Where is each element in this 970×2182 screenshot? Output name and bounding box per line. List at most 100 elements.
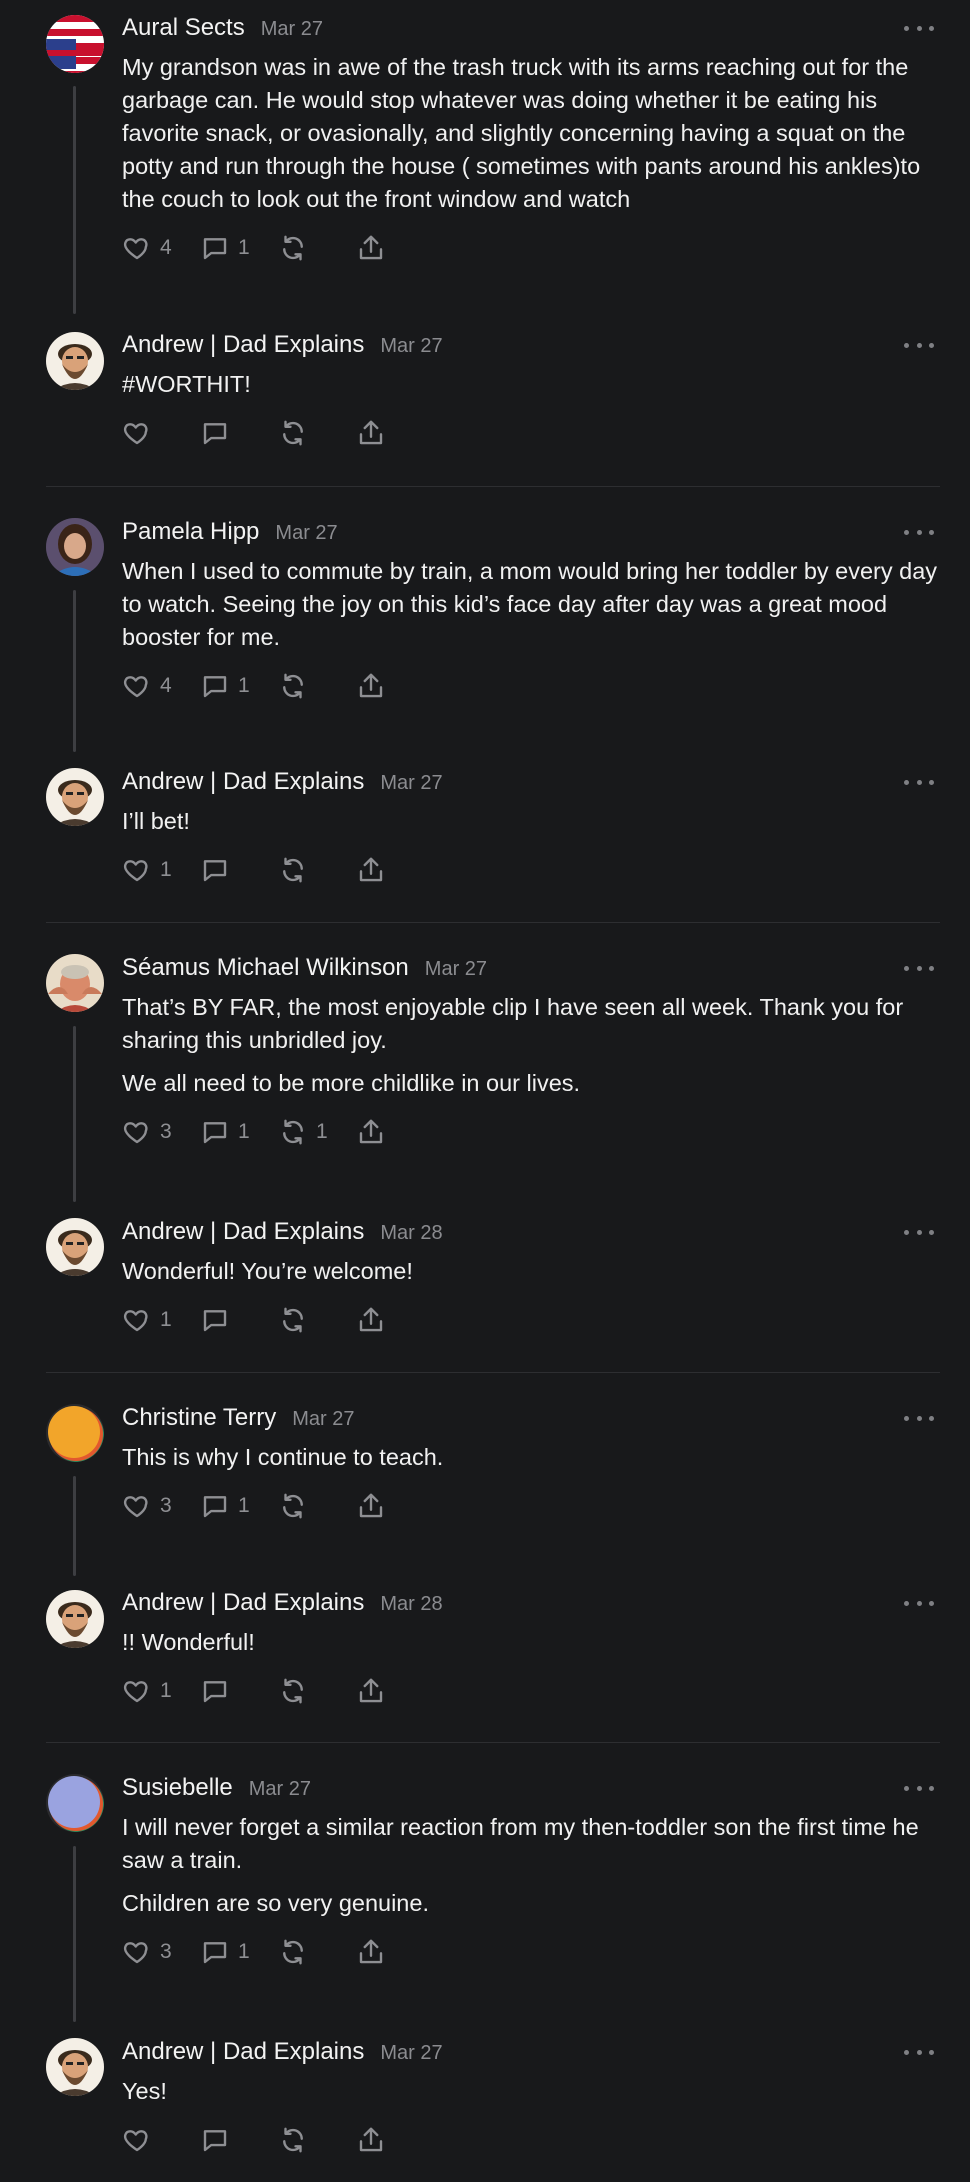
avatar[interactable] <box>46 518 104 576</box>
reply-button[interactable]: 1 <box>200 1937 250 1967</box>
like-button[interactable]: 1 <box>122 1676 172 1706</box>
post-date[interactable]: Mar 27 <box>292 1408 354 1431</box>
share-button[interactable] <box>356 1937 386 1967</box>
reply-button[interactable]: 1 <box>200 1117 250 1147</box>
post-text: When I used to commute by train, a mom w… <box>122 558 938 650</box>
like-button[interactable]: 4 <box>122 233 172 263</box>
author-name[interactable]: Pamela Hipp <box>122 518 259 546</box>
share-button[interactable] <box>356 855 386 885</box>
share-button[interactable] <box>356 671 386 701</box>
like-button[interactable]: 4 <box>122 671 172 701</box>
reply-button[interactable]: 1 <box>200 1491 250 1521</box>
like-count: 4 <box>160 674 172 697</box>
author-name[interactable]: Andrew | Dad Explains <box>122 331 364 359</box>
post-date[interactable]: Mar 27 <box>425 958 487 981</box>
author-name[interactable]: Susiebelle <box>122 1774 233 1802</box>
author-name[interactable]: Andrew | Dad Explains <box>122 768 364 796</box>
author-name[interactable]: Séamus Michael Wilkinson <box>122 954 409 982</box>
post-date[interactable]: Mar 27 <box>380 772 442 795</box>
reply-button[interactable]: 1 <box>200 233 250 263</box>
more-options-icon[interactable] <box>904 335 934 355</box>
post-text: !! Wonderful! <box>122 1629 255 1655</box>
repost-button[interactable] <box>278 418 328 448</box>
post-date[interactable]: Mar 27 <box>380 335 442 358</box>
share-icon <box>359 673 383 698</box>
share-button[interactable] <box>356 1117 386 1147</box>
share-button[interactable] <box>356 1305 386 1335</box>
share-icon <box>359 1493 383 1518</box>
share-button[interactable] <box>356 233 386 263</box>
like-button[interactable]: 1 <box>122 855 172 885</box>
more-options-icon[interactable] <box>904 1593 934 1613</box>
share-button[interactable] <box>356 1676 386 1706</box>
post-date[interactable]: Mar 27 <box>275 522 337 545</box>
author-name[interactable]: Christine Terry <box>122 1404 276 1432</box>
author-name[interactable]: Andrew | Dad Explains <box>122 1589 364 1617</box>
reply-button[interactable] <box>200 1676 250 1706</box>
more-options-icon[interactable] <box>904 772 934 792</box>
share-icon <box>359 1678 383 1703</box>
avatar[interactable] <box>46 2038 104 2096</box>
avatar[interactable] <box>46 768 104 826</box>
repost-button[interactable] <box>278 2125 328 2155</box>
reply-button[interactable] <box>200 2125 250 2155</box>
more-options-icon[interactable] <box>904 1778 934 1798</box>
author-name[interactable]: Aural Sects <box>122 14 245 42</box>
thread-separator <box>46 922 940 923</box>
bearded-man-avatar-icon <box>46 1590 104 1648</box>
share-button[interactable] <box>356 2125 386 2155</box>
post-date[interactable]: Mar 28 <box>380 1222 442 1245</box>
repost-button[interactable] <box>278 671 328 701</box>
reply-button[interactable] <box>200 1305 250 1335</box>
avatar[interactable] <box>46 1774 104 1832</box>
avatar[interactable] <box>46 954 104 1012</box>
avatar[interactable] <box>46 332 104 390</box>
more-options-icon[interactable] <box>904 2042 934 2062</box>
avatar[interactable] <box>46 15 104 73</box>
like-button[interactable]: 3 <box>122 1491 172 1521</box>
post-date[interactable]: Mar 27 <box>380 2042 442 2065</box>
more-options-icon[interactable] <box>904 958 934 978</box>
author-name[interactable]: Andrew | Dad Explains <box>122 1218 364 1246</box>
like-button[interactable]: 3 <box>122 1937 172 1967</box>
repost-button[interactable] <box>278 1676 328 1706</box>
more-options-icon[interactable] <box>904 522 934 542</box>
comment-icon <box>203 1942 227 1964</box>
avatar[interactable] <box>46 1404 104 1462</box>
avatar[interactable] <box>46 1590 104 1648</box>
thread-line <box>73 1846 76 2022</box>
like-button[interactable] <box>122 2125 172 2155</box>
repost-button[interactable] <box>278 1305 328 1335</box>
share-button[interactable] <box>356 418 386 448</box>
reply-button[interactable] <box>200 855 250 885</box>
repost-button[interactable] <box>278 855 328 885</box>
reply-count: 1 <box>238 1120 250 1143</box>
more-options-icon[interactable] <box>904 1408 934 1428</box>
reply-count: 1 <box>238 236 250 259</box>
share-button[interactable] <box>356 1491 386 1521</box>
repost-button[interactable] <box>278 1937 328 1967</box>
repost-button[interactable] <box>278 1491 328 1521</box>
repost-button[interactable] <box>278 233 328 263</box>
heart-icon <box>123 1496 148 1518</box>
more-options-icon[interactable] <box>904 1222 934 1242</box>
repost-icon <box>283 2127 303 2153</box>
post-date[interactable]: Mar 28 <box>380 1593 442 1616</box>
share-icon <box>359 2127 383 2152</box>
repost-icon <box>283 1119 303 1145</box>
repost-button[interactable]: 1 <box>278 1117 328 1147</box>
share-icon <box>359 1119 383 1144</box>
post-date[interactable]: Mar 27 <box>249 1778 311 1801</box>
post-date[interactable]: Mar 27 <box>261 18 323 41</box>
more-options-icon[interactable] <box>904 18 934 38</box>
comment-icon <box>203 423 227 445</box>
avatar[interactable] <box>46 1218 104 1276</box>
bearded-man-avatar-icon <box>46 2038 104 2096</box>
like-button[interactable]: 1 <box>122 1305 172 1335</box>
like-button[interactable]: 3 <box>122 1117 172 1147</box>
post-text: We all need to be more childlike in our … <box>122 1070 581 1096</box>
like-button[interactable] <box>122 418 172 448</box>
author-name[interactable]: Andrew | Dad Explains <box>122 2038 364 2066</box>
reply-button[interactable]: 1 <box>200 671 250 701</box>
reply-button[interactable] <box>200 418 250 448</box>
